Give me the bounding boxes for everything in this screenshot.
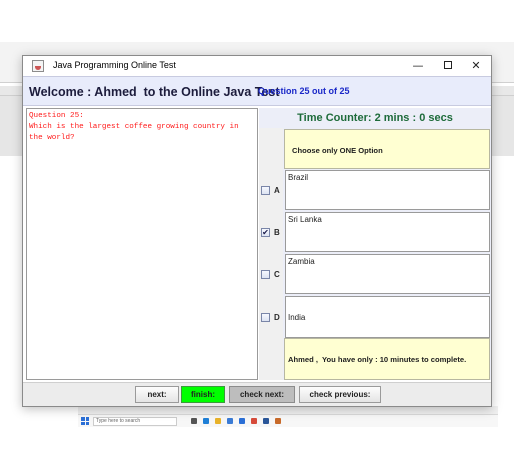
maximize-icon [444, 61, 452, 69]
close-button[interactable]: ✕ [461, 56, 491, 76]
time-counter: Time Counter: 2 mins : 0 secs [297, 112, 453, 124]
windows-start-icon[interactable] [81, 417, 89, 425]
explorer-icon[interactable] [215, 418, 221, 424]
option-b-checkbox[interactable]: ✔ B [261, 227, 281, 239]
checkbox-c[interactable] [261, 270, 270, 279]
window-titlebar[interactable]: Java Programming Online Test — ✕ [23, 56, 491, 76]
finish-button[interactable]: finish: [181, 386, 225, 403]
option-a-checkbox[interactable]: A [261, 185, 281, 197]
option-d-letter: D [274, 313, 280, 322]
option-a-text: Brazil [288, 173, 309, 182]
option-d-checkbox[interactable]: D [261, 312, 281, 324]
window-title: Java Programming Online Test [53, 60, 176, 70]
option-b-letter: B [274, 228, 280, 237]
time-limit-notice: Ahmed , You have only : 10 minutes to co… [284, 338, 490, 380]
java-app-icon [32, 60, 44, 72]
background-status-bar [78, 406, 498, 414]
checkbox-a[interactable] [261, 186, 270, 195]
minimize-button[interactable]: — [403, 56, 433, 76]
maximize-button[interactable] [433, 56, 463, 76]
test-header: Welcome : Ahmed to the Online Java Test … [23, 76, 491, 106]
option-a-letter: A [274, 186, 280, 195]
question-textarea[interactable]: Question 25: Which is the largest coffee… [26, 108, 258, 380]
test-window: Java Programming Online Test — ✕ Welcome… [22, 55, 492, 407]
chrome-icon[interactable] [251, 418, 257, 424]
question-text: Question 25: Which is the largest coffee… [29, 112, 239, 142]
check-previous-button[interactable]: check previous: [299, 386, 381, 403]
taskview-icon[interactable] [191, 418, 197, 424]
option-d-text: India [288, 313, 306, 322]
word-icon[interactable] [263, 418, 269, 424]
edge-icon[interactable] [203, 418, 209, 424]
check-next-button[interactable]: check next: [229, 386, 295, 403]
notice-text: Ahmed , You have only : 10 minutes to co… [288, 355, 467, 364]
taskbar-app-icons [191, 418, 281, 424]
option-c-letter: C [274, 270, 280, 279]
option-b-box[interactable]: Sri Lanka [285, 212, 490, 252]
option-c-checkbox[interactable]: C [261, 269, 281, 281]
option-c-text: Zambia [288, 257, 315, 266]
checkbox-d[interactable] [261, 313, 270, 322]
store-icon[interactable] [227, 418, 233, 424]
option-checkbox-column [259, 128, 283, 380]
navigation-bar: next: finish: check next: check previous… [23, 382, 491, 406]
java-icon[interactable] [275, 418, 281, 424]
option-a-box[interactable]: Brazil [285, 170, 490, 210]
option-c-box[interactable]: Zambia [285, 254, 490, 294]
taskbar: Type here to search [78, 414, 498, 427]
welcome-text: Welcome : Ahmed to the Online Java Test [29, 85, 280, 99]
option-d-box[interactable]: India [285, 296, 490, 338]
question-counter: Question 25 out of 25 [258, 86, 350, 96]
option-b-text: Sri Lanka [288, 215, 322, 224]
taskbar-search-input[interactable]: Type here to search [93, 416, 177, 426]
instruction-box: Choose only ONE Option [284, 129, 490, 169]
instruction-text: Choose only ONE Option [292, 146, 383, 155]
next-button[interactable]: next: [135, 386, 179, 403]
mail-icon[interactable] [239, 418, 245, 424]
checkbox-b[interactable]: ✔ [261, 228, 270, 237]
